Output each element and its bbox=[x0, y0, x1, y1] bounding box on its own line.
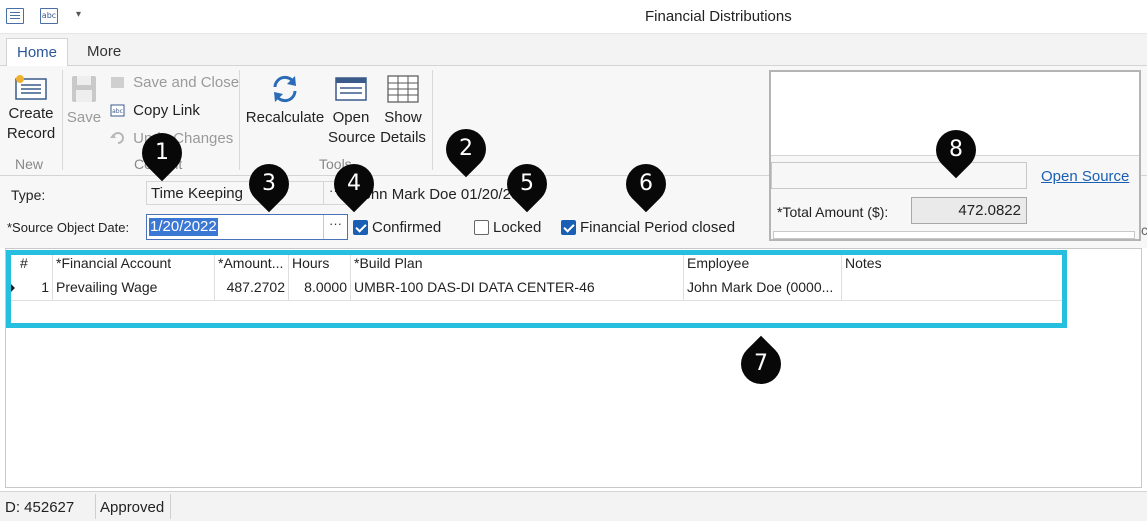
ribbon-divider bbox=[432, 70, 433, 170]
status-divider bbox=[170, 494, 171, 519]
status-bar: D: 452627 Approved bbox=[0, 491, 1147, 521]
confirmed-checkbox[interactable] bbox=[353, 220, 368, 235]
status-divider bbox=[95, 494, 96, 519]
recalculate-icon bbox=[273, 75, 297, 103]
show-details-grid-icon bbox=[387, 75, 419, 103]
svg-text:abc: abc bbox=[112, 108, 123, 115]
status-record-id: D: 452627 bbox=[5, 499, 75, 516]
ribbon-tabs: Home More bbox=[0, 34, 1147, 67]
total-amount-label: *Total Amount ($): bbox=[777, 204, 889, 220]
create-record-button[interactable]: Create Record bbox=[4, 74, 58, 144]
group-label-new: New bbox=[15, 156, 44, 172]
source-object-date-input[interactable]: 1/20/2022 ··· bbox=[146, 214, 348, 240]
title-bar: abc ▾ Financial Distributions bbox=[0, 0, 1147, 34]
open-source-icon bbox=[335, 77, 367, 101]
panel-scrollbar[interactable] bbox=[773, 231, 1135, 239]
grid-highlight-frame bbox=[6, 250, 1067, 328]
copy-link-icon: abc bbox=[110, 104, 125, 117]
create-record-icon bbox=[15, 75, 47, 100]
type-field[interactable]: Time Keeping ··· bbox=[146, 181, 348, 205]
form-view-icon[interactable] bbox=[6, 8, 24, 24]
tab-more[interactable]: More bbox=[77, 38, 131, 66]
abc-field-icon[interactable]: abc bbox=[40, 8, 58, 24]
recalculate-button[interactable]: Recalculate bbox=[244, 74, 326, 128]
save-close-icon bbox=[111, 77, 124, 88]
show-details-button[interactable]: Show Details bbox=[378, 74, 428, 148]
window-title: Financial Distributions bbox=[645, 8, 792, 25]
tab-home[interactable]: Home bbox=[6, 38, 69, 67]
save-icon bbox=[72, 76, 96, 102]
source-field[interactable] bbox=[771, 162, 1027, 189]
financial-period-closed-label: Financial Period closed bbox=[580, 219, 736, 236]
source-object-date-label: *Source Object Date: bbox=[7, 220, 130, 235]
open-source-link[interactable]: Open Source bbox=[1041, 168, 1129, 185]
type-label: Type: bbox=[11, 187, 46, 203]
save-button[interactable]: Save bbox=[66, 74, 102, 128]
save-and-close-button[interactable]: Save and Close bbox=[110, 72, 239, 94]
locked-label: Locked bbox=[493, 219, 542, 236]
copy-link-button[interactable]: abc Copy Link bbox=[110, 100, 200, 122]
undo-icon bbox=[110, 132, 124, 144]
ribbon-divider bbox=[62, 70, 63, 170]
total-amount-field[interactable]: 472.0822 bbox=[911, 197, 1027, 224]
financial-period-closed-checkbox[interactable] bbox=[561, 220, 576, 235]
date-picker-button[interactable]: ··· bbox=[323, 215, 347, 239]
confirmed-label: Confirmed bbox=[372, 219, 442, 236]
locked-checkbox[interactable] bbox=[474, 220, 489, 235]
open-source-button[interactable]: Open Source bbox=[328, 74, 376, 148]
ribbon-divider bbox=[239, 70, 240, 170]
quick-access-dropdown-icon[interactable]: ▾ bbox=[76, 9, 81, 20]
cropped-text-fragment: c bbox=[1141, 222, 1147, 238]
status-state: Approved bbox=[100, 499, 165, 516]
